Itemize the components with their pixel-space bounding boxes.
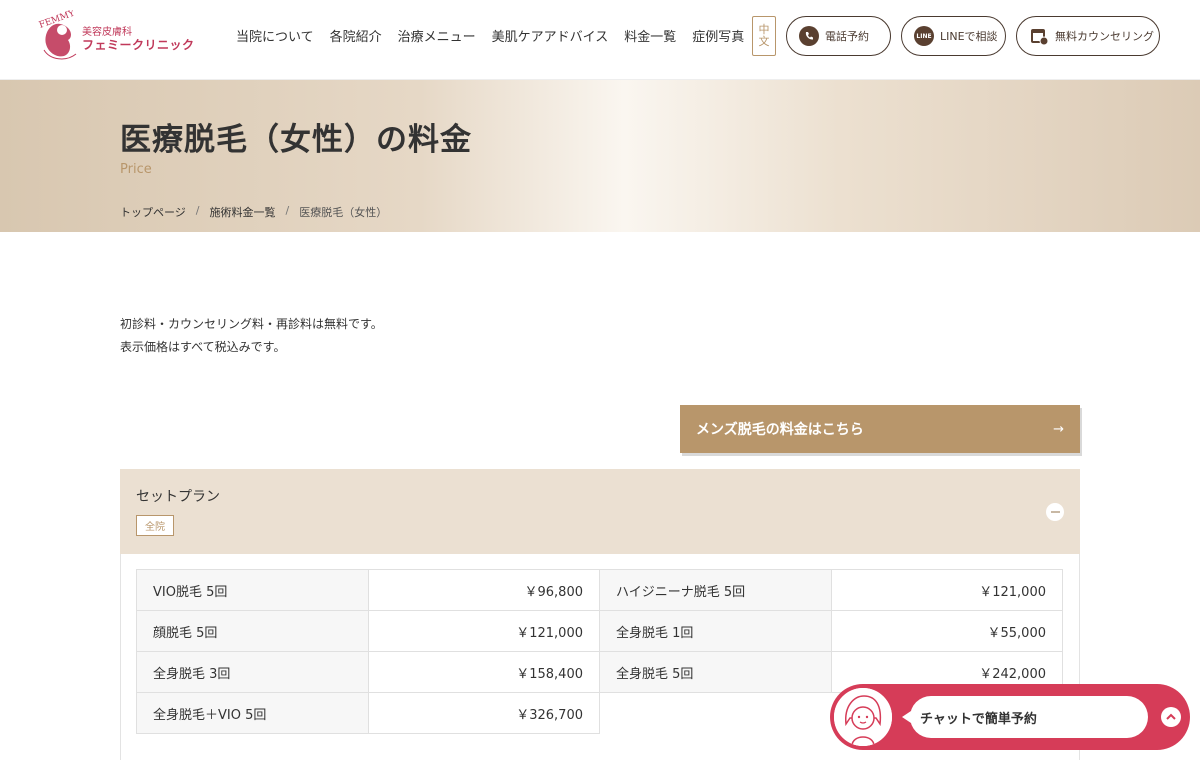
set-plan-accordion-header[interactable]: セットプラン 全院 <box>120 469 1080 554</box>
price-notes: 初診料・カウンセリング料・再診料は無料です。 表示価格はすべて税込みです。 <box>120 313 383 359</box>
plan-name: 顔脱毛 5回 <box>136 610 369 652</box>
free-counseling-button[interactable]: 無料カウンセリング <box>1016 16 1160 56</box>
site-header: FEMMY 美容皮膚科 フェミークリニック 当院について 各院紹介 治療メニュー… <box>0 0 1200 80</box>
chat-reservation-widget[interactable]: チャットで簡単予約 <box>830 684 1190 750</box>
page-hero: 医療脱毛（女性）の料金 Price トップページ / 施術料金一覧 / 医療脱毛… <box>0 80 1200 232</box>
chinese-language-button[interactable]: 中 文 <box>752 16 776 56</box>
nav-about[interactable]: 当院について <box>236 26 314 45</box>
plan-name: ハイジニーナ脱毛 5回 <box>599 569 832 611</box>
lang-label-2: 文 <box>758 35 770 48</box>
page-title: 医療脱毛（女性）の料金 <box>120 122 472 158</box>
nav-prices[interactable]: 料金一覧 <box>624 26 676 45</box>
free-counseling-label: 無料カウンセリング <box>1055 30 1154 43</box>
chat-bubble[interactable]: チャットで簡単予約 <box>902 696 1148 738</box>
nav-clinics[interactable]: 各院紹介 <box>330 26 382 45</box>
table-row: VIO脱毛 5回 ￥96,800 ハイジニーナ脱毛 5回 ￥121,000 <box>136 569 1063 611</box>
price-note-fees: 初診料・カウンセリング料・再診料は無料です。 <box>120 317 383 331</box>
plan-name: 全身脱毛 1回 <box>599 610 832 652</box>
plan-name: 全身脱毛 3回 <box>136 651 369 693</box>
clinic-logo[interactable]: FEMMY 美容皮膚科 フェミークリニック <box>38 10 198 62</box>
breadcrumb-separator: / <box>285 204 290 217</box>
logo-name: フェミークリニック <box>82 38 195 52</box>
nav-case-photos[interactable]: 症例写真 <box>692 26 744 45</box>
plan-name: VIO脱毛 5回 <box>136 569 369 611</box>
phone-reservation-label: 電話予約 <box>825 30 869 43</box>
breadcrumb-price-list[interactable]: 施術料金一覧 <box>210 204 276 220</box>
breadcrumb-separator: / <box>195 204 200 217</box>
mens-pricing-label: メンズ脱毛の料金はこちら <box>696 422 864 438</box>
arrow-right-icon: → <box>1053 421 1064 437</box>
phone-reservation-button[interactable]: 電話予約 <box>786 16 891 56</box>
all-clinics-badge: 全院 <box>136 515 174 536</box>
chat-label: チャットで簡単予約 <box>920 711 1037 727</box>
accordion-title: セットプラン <box>136 489 220 505</box>
collapse-minus-icon[interactable] <box>1046 503 1064 521</box>
calendar-icon <box>1029 26 1049 46</box>
page-subtitle: Price <box>120 162 152 177</box>
empty-cell <box>600 693 832 734</box>
phone-icon <box>799 26 819 46</box>
plan-name: 全身脱毛＋VIO 5回 <box>136 692 369 734</box>
plan-price: ￥326,700 <box>368 692 600 734</box>
mens-pricing-button[interactable]: メンズ脱毛の料金はこちら → <box>680 405 1080 453</box>
chevron-up-icon[interactable] <box>1161 707 1181 727</box>
chat-avatar-icon <box>832 686 894 748</box>
plan-price: ￥55,000 <box>831 610 1063 652</box>
plan-price: ￥158,400 <box>368 651 600 693</box>
breadcrumb-home[interactable]: トップページ <box>120 204 186 220</box>
plan-name: 全身脱毛 5回 <box>599 651 832 693</box>
line-consult-label: LINEで相談 <box>940 30 998 43</box>
price-note-tax: 表示価格はすべて税込みです。 <box>120 340 286 354</box>
breadcrumb-current: 医療脱毛（女性） <box>299 206 388 219</box>
breadcrumb: トップページ / 施術料金一覧 / 医療脱毛（女性） <box>120 204 387 220</box>
nav-skincare-advice[interactable]: 美肌ケアアドバイス <box>492 26 609 45</box>
main-nav: 当院について 各院紹介 治療メニュー 美肌ケアアドバイス 料金一覧 症例写真 <box>236 26 744 45</box>
nav-treatments[interactable]: 治療メニュー <box>398 26 476 45</box>
line-icon: LINE <box>914 26 934 46</box>
plan-price: ￥121,000 <box>831 569 1063 611</box>
table-row: 顔脱毛 5回 ￥121,000 全身脱毛 1回 ￥55,000 <box>136 610 1063 652</box>
line-consult-button[interactable]: LINE LINEで相談 <box>901 16 1006 56</box>
plan-price: ￥96,800 <box>368 569 600 611</box>
plan-price: ￥121,000 <box>368 610 600 652</box>
logo-mark-icon: FEMMY <box>38 10 77 60</box>
